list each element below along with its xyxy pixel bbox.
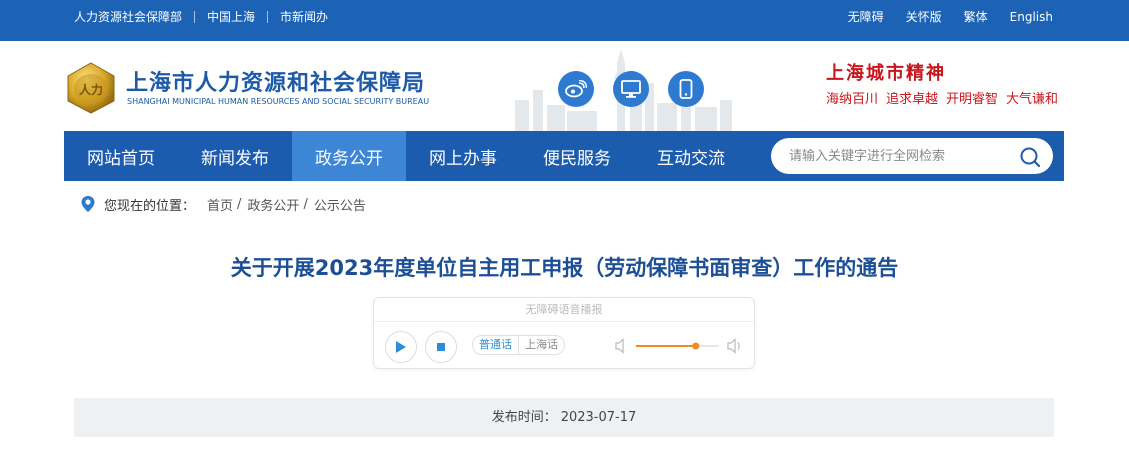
breadcrumb-government-affairs[interactable]: 政务公开 bbox=[247, 195, 299, 214]
bureau-logo-icon[interactable]: 人力 bbox=[64, 61, 118, 115]
search-input[interactable] bbox=[789, 146, 1009, 166]
play-button[interactable] bbox=[385, 331, 417, 363]
site-subtitle: SHANGHAI MUNICIPAL HUMAN RESOURCES AND S… bbox=[127, 97, 430, 106]
player-title: 无障碍语音播报 bbox=[374, 298, 754, 322]
publish-date: 2023-07-17 bbox=[560, 410, 637, 425]
stop-button[interactable] bbox=[425, 331, 457, 363]
spirit-word: 开明睿智 bbox=[946, 92, 999, 107]
mandarin-option[interactable]: 普通话 bbox=[473, 336, 519, 354]
nav-item-online-services[interactable]: 网上办事 bbox=[406, 131, 520, 181]
spirit-word: 大气谦和 bbox=[1006, 92, 1059, 107]
accessibility-link[interactable]: 无障碍 bbox=[848, 8, 884, 25]
play-icon bbox=[396, 341, 406, 353]
volume-high-icon bbox=[727, 338, 740, 354]
breadcrumb-label: 您现在的位置： bbox=[104, 198, 196, 214]
stop-icon bbox=[437, 343, 445, 351]
top-link-china-shanghai[interactable]: 中国上海 bbox=[195, 10, 269, 23]
traditional-chinese-link[interactable]: 繁体 bbox=[964, 8, 988, 25]
nav-item-convenience[interactable]: 便民服务 bbox=[520, 131, 634, 181]
search-icon[interactable] bbox=[1019, 146, 1041, 168]
breadcrumb: 您现在的位置： 首页 / 政务公开 / 公示公告 bbox=[80, 193, 366, 215]
publish-date-label: 发布时间： bbox=[491, 410, 557, 425]
top-right-links: 无障碍 关怀版 繁体 English bbox=[826, 0, 1053, 33]
top-bar: 人力资源社会保障部 中国上海 市新闻办 无障碍 关怀版 繁体 English bbox=[0, 0, 1129, 41]
site-search bbox=[771, 138, 1053, 174]
volume-control[interactable] bbox=[614, 336, 744, 356]
spirit-word: 追求卓越 bbox=[886, 92, 939, 107]
article-title: 关于开展2023年度单位自主用工申报（劳动保障书面审查）工作的通告 bbox=[230, 256, 899, 280]
top-links: 人力资源社会保障部 中国上海 市新闻办 bbox=[74, 0, 340, 33]
dialect-switch: 普通话 上海话 bbox=[472, 335, 565, 355]
mobile-icon bbox=[679, 79, 693, 99]
site-title[interactable]: 上海市人力资源和社会保障局 bbox=[126, 65, 425, 97]
english-link[interactable]: English bbox=[1010, 10, 1053, 24]
volume-low-icon bbox=[615, 338, 624, 354]
publish-info: 发布时间： 2023-07-17 bbox=[74, 398, 1054, 437]
volume-knob bbox=[692, 342, 700, 350]
location-pin-icon bbox=[81, 196, 95, 212]
nav-item-news[interactable]: 新闻发布 bbox=[178, 131, 292, 181]
voice-broadcast-player: 无障碍语音播报 普通话 上海话 bbox=[373, 297, 755, 369]
weibo-icon bbox=[565, 80, 587, 98]
care-mode-link[interactable]: 关怀版 bbox=[906, 8, 942, 25]
mobile-version-button[interactable] bbox=[668, 71, 704, 107]
top-link-news-office[interactable]: 市新闻办 bbox=[268, 11, 340, 23]
top-link-mohrss[interactable]: 人力资源社会保障部 bbox=[74, 10, 196, 23]
spirit-word: 海纳百川 bbox=[826, 92, 879, 107]
nav-item-home[interactable]: 网站首页 bbox=[64, 131, 178, 181]
city-spirit-title: 上海城市精神 bbox=[826, 63, 946, 84]
shanghainese-option[interactable]: 上海话 bbox=[519, 336, 564, 354]
site-header: 人力 上海市人力资源和社会保障局 SHANGHAI MUNICIPAL HUMA… bbox=[0, 41, 1129, 131]
weibo-button[interactable] bbox=[558, 71, 594, 107]
breadcrumb-home[interactable]: 首页 bbox=[207, 195, 233, 214]
desktop-icon bbox=[621, 80, 641, 98]
nav-item-interaction[interactable]: 互动交流 bbox=[634, 131, 748, 181]
desktop-version-button[interactable] bbox=[613, 71, 649, 107]
city-spirit-words: 海纳百川 追求卓越 开明睿智 大气谦和 bbox=[826, 88, 1066, 107]
breadcrumb-announcements[interactable]: 公示公告 bbox=[314, 195, 366, 214]
nav-item-government-affairs[interactable]: 政务公开 bbox=[292, 131, 406, 181]
svg-text:人力: 人力 bbox=[79, 82, 103, 97]
